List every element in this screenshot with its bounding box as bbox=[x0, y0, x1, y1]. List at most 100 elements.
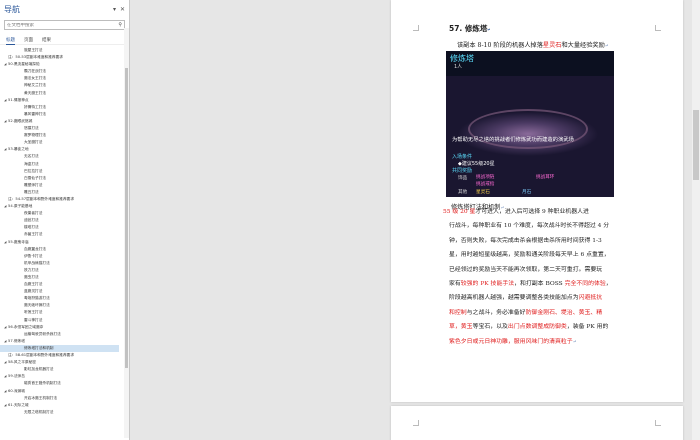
outline-item[interactable]: 雕丑打法 bbox=[0, 189, 129, 196]
outline-item[interactable]: 霸刀狂战打法 bbox=[0, 68, 129, 75]
collapse-triangle-icon[interactable]: ◢ bbox=[4, 61, 6, 68]
outline-item[interactable]: ◢ 56.永恒军团之域魔命 bbox=[0, 324, 129, 331]
tab-headings[interactable]: 标题 bbox=[6, 36, 15, 45]
outline-item[interactable]: 饿屋王打法 bbox=[0, 47, 129, 54]
outline-item[interactable]: 机甲战熊猫打法 bbox=[0, 260, 129, 267]
outline-item[interactable]: ◢ 51.情报神点 bbox=[0, 97, 129, 104]
outline-item-label: 54.原子能基地 bbox=[8, 204, 33, 209]
outline-item[interactable]: 影虹加龙机器打法 bbox=[0, 366, 129, 373]
outline-item[interactable]: ◢ 52.魔眼武馆城 bbox=[0, 118, 129, 125]
outline-item[interactable]: 大圣魔打法 bbox=[0, 139, 129, 146]
outline-item[interactable]: 注：50-53层副本难度和推荐要求 bbox=[0, 54, 129, 61]
highlighted-text: 草，黄玉 bbox=[449, 324, 473, 331]
document-page[interactable]: 57. 修炼塔↵ 该副本 8-10 阶段的机器人掉落星灵石和大量经验奖励↵ 修炼… bbox=[391, 0, 683, 402]
outline-item-label: 迪芭打法 bbox=[24, 218, 39, 223]
outline-item[interactable]: 海盗打法 bbox=[0, 161, 129, 168]
outline-item[interactable]: ◢ 57.修炼塔 bbox=[0, 338, 129, 345]
body-text: 阶段越高机器人越强，越需要调整各类技能加点为 bbox=[449, 295, 579, 302]
outline-item[interactable]: 注：58-61层副本和野外难度和推荐要求 bbox=[0, 352, 129, 359]
collapse-triangle-icon[interactable]: ◢ bbox=[4, 373, 6, 380]
outline-item[interactable]: 听莲王打法 bbox=[0, 309, 129, 316]
chevron-down-icon[interactable]: ▾ bbox=[113, 6, 116, 13]
outline-item[interactable]: 夜巢者打法 bbox=[0, 210, 129, 217]
collapse-triangle-icon[interactable]: ◢ bbox=[4, 402, 6, 409]
collapse-triangle-icon[interactable]: ◢ bbox=[4, 203, 6, 210]
outline-item[interactable]: 奸猾特工打法 bbox=[0, 104, 129, 111]
outline-item[interactable]: 注：54-57层副本和野外难度和推荐要求 bbox=[0, 196, 129, 203]
body-text: 行战斗，每种职业有 10 个难度，每次战斗时长不得超过 4 分 bbox=[449, 223, 610, 230]
outline-item[interactable]: 魔天破坏狮打法 bbox=[0, 302, 129, 309]
collapse-triangle-icon[interactable]: ◢ bbox=[4, 324, 6, 331]
outline-item-label: 影虹加龙机器打法 bbox=[24, 367, 54, 372]
outline-item[interactable]: 神秘艾兰打法 bbox=[0, 82, 129, 89]
collapse-triangle-icon[interactable]: ◢ bbox=[4, 118, 6, 125]
outline-item[interactable]: 魔虫打法 bbox=[0, 274, 129, 281]
outline-item[interactable]: 楼塔打法 bbox=[0, 224, 129, 231]
body-text: 星，用时越短星级越高，奖励和通关阶段每天早上 6 点重置， bbox=[449, 252, 610, 259]
outline-item[interactable]: 铁力打法 bbox=[0, 267, 129, 274]
outline-item-label: 海盗打法 bbox=[24, 161, 39, 166]
outline-item[interactable]: 粤炮狩猫游打法 bbox=[0, 295, 129, 302]
outline-item[interactable]: 无名打法 bbox=[0, 153, 129, 160]
outline-item[interactable]: 开启冰魔王机制打法 bbox=[0, 395, 129, 402]
outline-item[interactable]: ◢ 59.法师岛 bbox=[0, 373, 129, 380]
nav-header: 导航 ▾ ✕ bbox=[0, 0, 129, 18]
outline-item[interactable]: 迪芭打法 bbox=[0, 217, 129, 224]
outline-item[interactable]: 魔法女王打法 bbox=[0, 75, 129, 82]
outline-item[interactable]: 赛罗物理打法 bbox=[0, 132, 129, 139]
reward-star-stone: 星灵石 bbox=[476, 190, 490, 195]
search-icon[interactable]: ⚲ bbox=[118, 22, 122, 28]
outline-item[interactable]: 雕塑师打法 bbox=[0, 182, 129, 189]
outline-item[interactable]: ◢ 55.魔鬼寺庙 bbox=[0, 239, 129, 246]
collapse-triangle-icon[interactable]: ◢ bbox=[4, 338, 6, 345]
tab-pages[interactable]: 页面 bbox=[24, 36, 33, 45]
collapse-triangle-icon[interactable]: ◢ bbox=[4, 146, 6, 153]
collapse-triangle-icon[interactable]: ◢ bbox=[4, 97, 6, 104]
collapse-triangle-icon[interactable]: ◢ bbox=[4, 239, 6, 246]
reward-moon-stone: 月石 bbox=[522, 190, 532, 195]
nav-scroll-thumb[interactable] bbox=[125, 68, 128, 368]
outline-item[interactable]: ◢ 61.天际之城 bbox=[0, 402, 129, 409]
collapse-triangle-icon[interactable]: ◢ bbox=[4, 388, 6, 395]
outline-item[interactable]: 暴风雷神打法 bbox=[0, 111, 129, 118]
search-box[interactable]: ⚲ bbox=[4, 20, 125, 30]
body-text: ，装备 PK 用的 bbox=[566, 324, 609, 331]
nav-title: 导航 bbox=[4, 4, 20, 14]
outline-item[interactable]: 伊鲁卡打法 bbox=[0, 253, 129, 260]
body-line: 钟，否则失败，每次完成击杀会根据击杀所用时间获得 1-3 bbox=[449, 235, 602, 244]
outline-item[interactable]: 雷斗神打法 bbox=[0, 317, 129, 324]
document-scroll-thumb[interactable] bbox=[693, 110, 699, 180]
outline-item-label: 60.深渊城 bbox=[8, 388, 25, 393]
outline-item[interactable]: 黄天魔王打法 bbox=[0, 90, 129, 97]
outline-item[interactable]: 蓝魔灵打法 bbox=[0, 288, 129, 295]
outline-item[interactable]: ◢ 54.原子能基地 bbox=[0, 203, 129, 210]
collapse-triangle-icon[interactable]: ◢ bbox=[4, 359, 6, 366]
outline-item[interactable]: 怒猿打法 bbox=[0, 125, 129, 132]
outline-item[interactable]: 巴拉拉打法 bbox=[0, 168, 129, 175]
word-window: 导航 ▾ ✕ ⚲ 标题 页面 结果 饿屋王打法注：50-53层副本难度和推荐要求… bbox=[0, 0, 700, 440]
rewards-heading: 共同奖励 bbox=[452, 168, 473, 174]
highlighted-text: 防御金刚石、堤治、黄玉、精 bbox=[525, 309, 603, 316]
tab-results[interactable]: 结果 bbox=[42, 36, 51, 45]
outline-item[interactable]: ◢ 53.暴徒之地 bbox=[0, 146, 129, 153]
outline-item-label: 伊鲁卡打法 bbox=[24, 253, 43, 258]
outline-item[interactable]: 修炼塔打法和机制 bbox=[0, 344, 119, 353]
outline-item[interactable]: 白雪仙子打法 bbox=[0, 175, 129, 182]
outline-item[interactable]: 无限之塔机制打法 bbox=[0, 409, 129, 416]
next-page[interactable] bbox=[391, 406, 683, 440]
outline-item[interactable]: 运输驾驶员斩杀我打法 bbox=[0, 331, 129, 338]
outline-item-label: 磁秀首王猎杀机制打法 bbox=[24, 381, 61, 386]
document-scrollbar[interactable] bbox=[692, 0, 700, 440]
outline-item[interactable]: ◢ 60.深渊城 bbox=[0, 388, 129, 395]
outline-item[interactable]: 血魔王打法 bbox=[0, 281, 129, 288]
close-icon[interactable]: ✕ bbox=[120, 6, 125, 13]
outline-item[interactable]: ◢ 50.黑流星秘境探险 bbox=[0, 61, 129, 68]
nav-scrollbar[interactable] bbox=[124, 28, 129, 438]
body-text: 钟，否则失败，每次完成击杀会根据击杀所用时间获得 1-3 bbox=[449, 237, 602, 244]
outline-item[interactable]: ◢ 58.风之平原秘密 bbox=[0, 359, 129, 366]
outline-item[interactable]: 血魔翼龙打法 bbox=[0, 246, 129, 253]
search-input[interactable] bbox=[7, 22, 107, 28]
outline-item[interactable]: 磁秀首王猎杀机制打法 bbox=[0, 380, 129, 387]
body-line: 家有较强的 PK 技能手法，和打副本 BOSS 完全不同的体验， bbox=[449, 278, 612, 287]
outline-item[interactable]: 赤菌王打法 bbox=[0, 231, 129, 238]
